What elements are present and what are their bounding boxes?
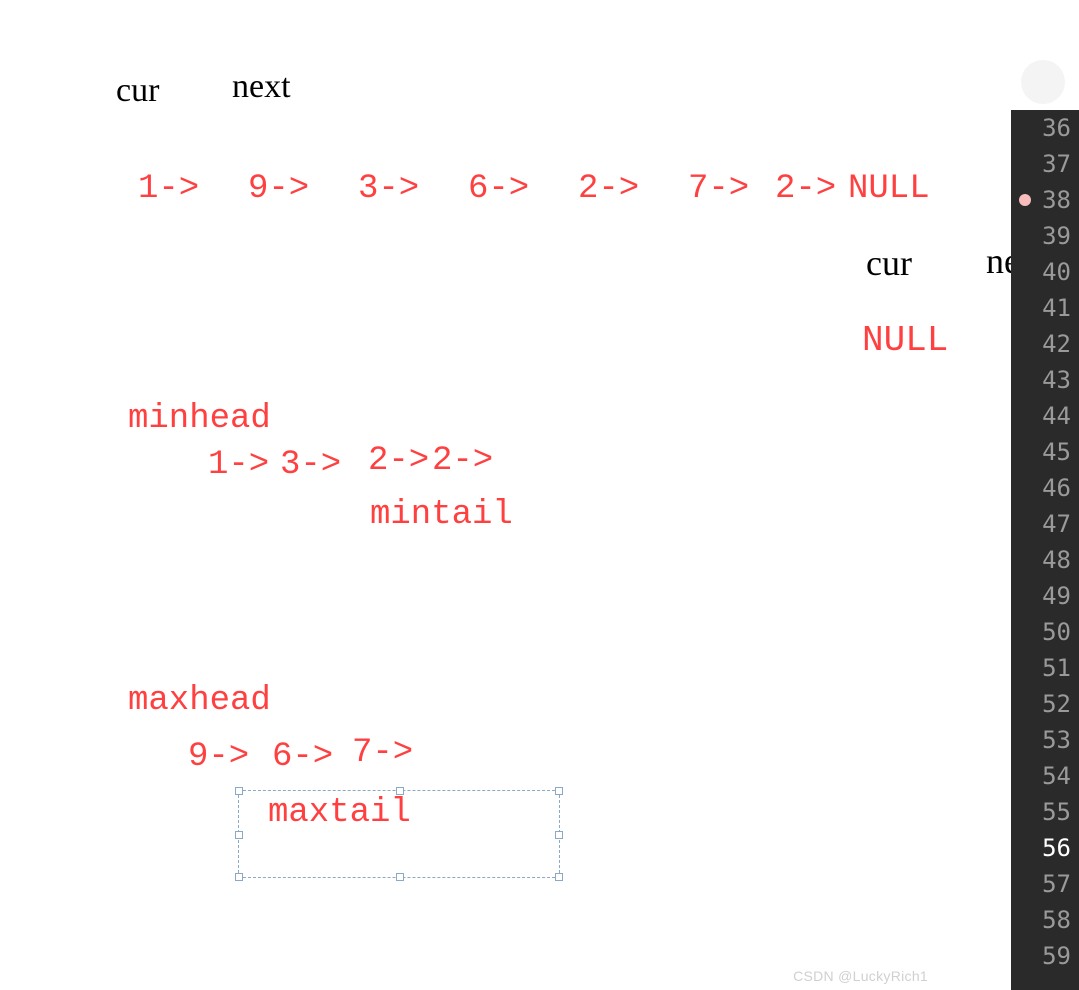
min-node-4: 2-> bbox=[432, 442, 493, 480]
diagram-canvas: cur next 1-> 9-> 3-> 6-> 2-> 7-> 2-> NUL… bbox=[0, 0, 1000, 990]
pointer-label-cur-right: cur bbox=[866, 242, 912, 284]
pointer-label-cur: cur bbox=[116, 72, 159, 110]
editor-sidebar: 3637383940414243444546474849505152535455… bbox=[1011, 0, 1079, 990]
resize-handle-nw[interactable] bbox=[235, 787, 243, 795]
resize-handle-sw[interactable] bbox=[235, 873, 243, 881]
max-node-3: 7-> bbox=[352, 734, 413, 772]
line-number[interactable]: 41 bbox=[1011, 290, 1079, 326]
line-number[interactable]: 57 bbox=[1011, 866, 1079, 902]
resize-handle-e[interactable] bbox=[555, 831, 563, 839]
label-minhead: minhead bbox=[128, 400, 271, 438]
line-number[interactable]: 52 bbox=[1011, 686, 1079, 722]
list-node-6: 7-> bbox=[688, 170, 749, 208]
line-number[interactable]: 37 bbox=[1011, 146, 1079, 182]
label-mintail: mintail bbox=[370, 496, 513, 534]
list-node-3: 3-> bbox=[358, 170, 419, 208]
line-number[interactable]: 44 bbox=[1011, 398, 1079, 434]
resize-handle-ne[interactable] bbox=[555, 787, 563, 795]
resize-handle-s[interactable] bbox=[396, 873, 404, 881]
list-node-null: NULL bbox=[848, 170, 930, 208]
modified-dot-icon bbox=[1019, 194, 1031, 206]
line-number[interactable]: 58 bbox=[1011, 902, 1079, 938]
line-number[interactable]: 56 bbox=[1011, 830, 1079, 866]
list-node-2: 9-> bbox=[248, 170, 309, 208]
line-number[interactable]: 49 bbox=[1011, 578, 1079, 614]
status-circle-icon bbox=[1021, 60, 1065, 104]
list-node-5: 2-> bbox=[578, 170, 639, 208]
line-number[interactable]: 45 bbox=[1011, 434, 1079, 470]
line-number[interactable]: 43 bbox=[1011, 362, 1079, 398]
line-number[interactable]: 50 bbox=[1011, 614, 1079, 650]
line-number[interactable]: 51 bbox=[1011, 650, 1079, 686]
line-number[interactable]: 59 bbox=[1011, 938, 1079, 974]
line-number[interactable]: 55 bbox=[1011, 794, 1079, 830]
min-node-1: 1-> bbox=[208, 446, 269, 484]
label-maxhead: maxhead bbox=[128, 682, 271, 720]
pointer-label-next: next bbox=[232, 68, 291, 106]
min-node-3: 2-> bbox=[368, 442, 429, 480]
list-node-7: 2-> bbox=[775, 170, 836, 208]
line-number[interactable]: 39 bbox=[1011, 218, 1079, 254]
watermark: CSDN @LuckyRich1 bbox=[793, 968, 928, 984]
pointer-value-null: NULL bbox=[862, 320, 948, 361]
resize-handle-se[interactable] bbox=[555, 873, 563, 881]
resize-handle-w[interactable] bbox=[235, 831, 243, 839]
line-number[interactable]: 42 bbox=[1011, 326, 1079, 362]
line-number-gutter[interactable]: 3637383940414243444546474849505152535455… bbox=[1011, 110, 1079, 990]
max-node-1: 9-> bbox=[188, 738, 249, 776]
min-node-2: 3-> bbox=[280, 446, 341, 484]
line-number[interactable]: 47 bbox=[1011, 506, 1079, 542]
line-number[interactable]: 53 bbox=[1011, 722, 1079, 758]
line-number[interactable]: 40 bbox=[1011, 254, 1079, 290]
line-number[interactable]: 54 bbox=[1011, 758, 1079, 794]
list-node-4: 6-> bbox=[468, 170, 529, 208]
list-node-1: 1-> bbox=[138, 170, 199, 208]
line-number[interactable]: 48 bbox=[1011, 542, 1079, 578]
label-maxtail: maxtail bbox=[268, 794, 411, 832]
line-number[interactable]: 46 bbox=[1011, 470, 1079, 506]
line-number[interactable]: 38 bbox=[1011, 182, 1079, 218]
max-node-2: 6-> bbox=[272, 738, 333, 776]
line-number[interactable]: 36 bbox=[1011, 110, 1079, 146]
sidebar-top-strip bbox=[1011, 0, 1079, 110]
